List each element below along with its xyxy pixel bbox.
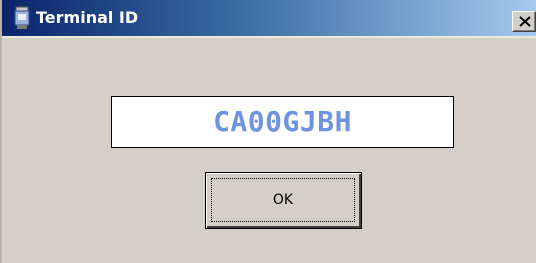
terminal-id-value: CA00GJBH <box>213 105 352 138</box>
terminal-icon <box>13 6 31 30</box>
title-bar[interactable]: Terminal ID <box>2 0 536 36</box>
terminal-id-dialog: Terminal ID CA00GJBH OK <box>0 0 536 263</box>
terminal-id-display: CA00GJBH <box>111 96 454 148</box>
close-button[interactable] <box>512 11 536 32</box>
ok-button-label: OK <box>272 192 294 208</box>
window-title: Terminal ID <box>36 8 139 27</box>
ok-button[interactable]: OK <box>205 172 362 229</box>
close-icon <box>519 16 531 27</box>
title-separator <box>2 36 536 38</box>
ok-focus-rect: OK <box>211 178 355 222</box>
